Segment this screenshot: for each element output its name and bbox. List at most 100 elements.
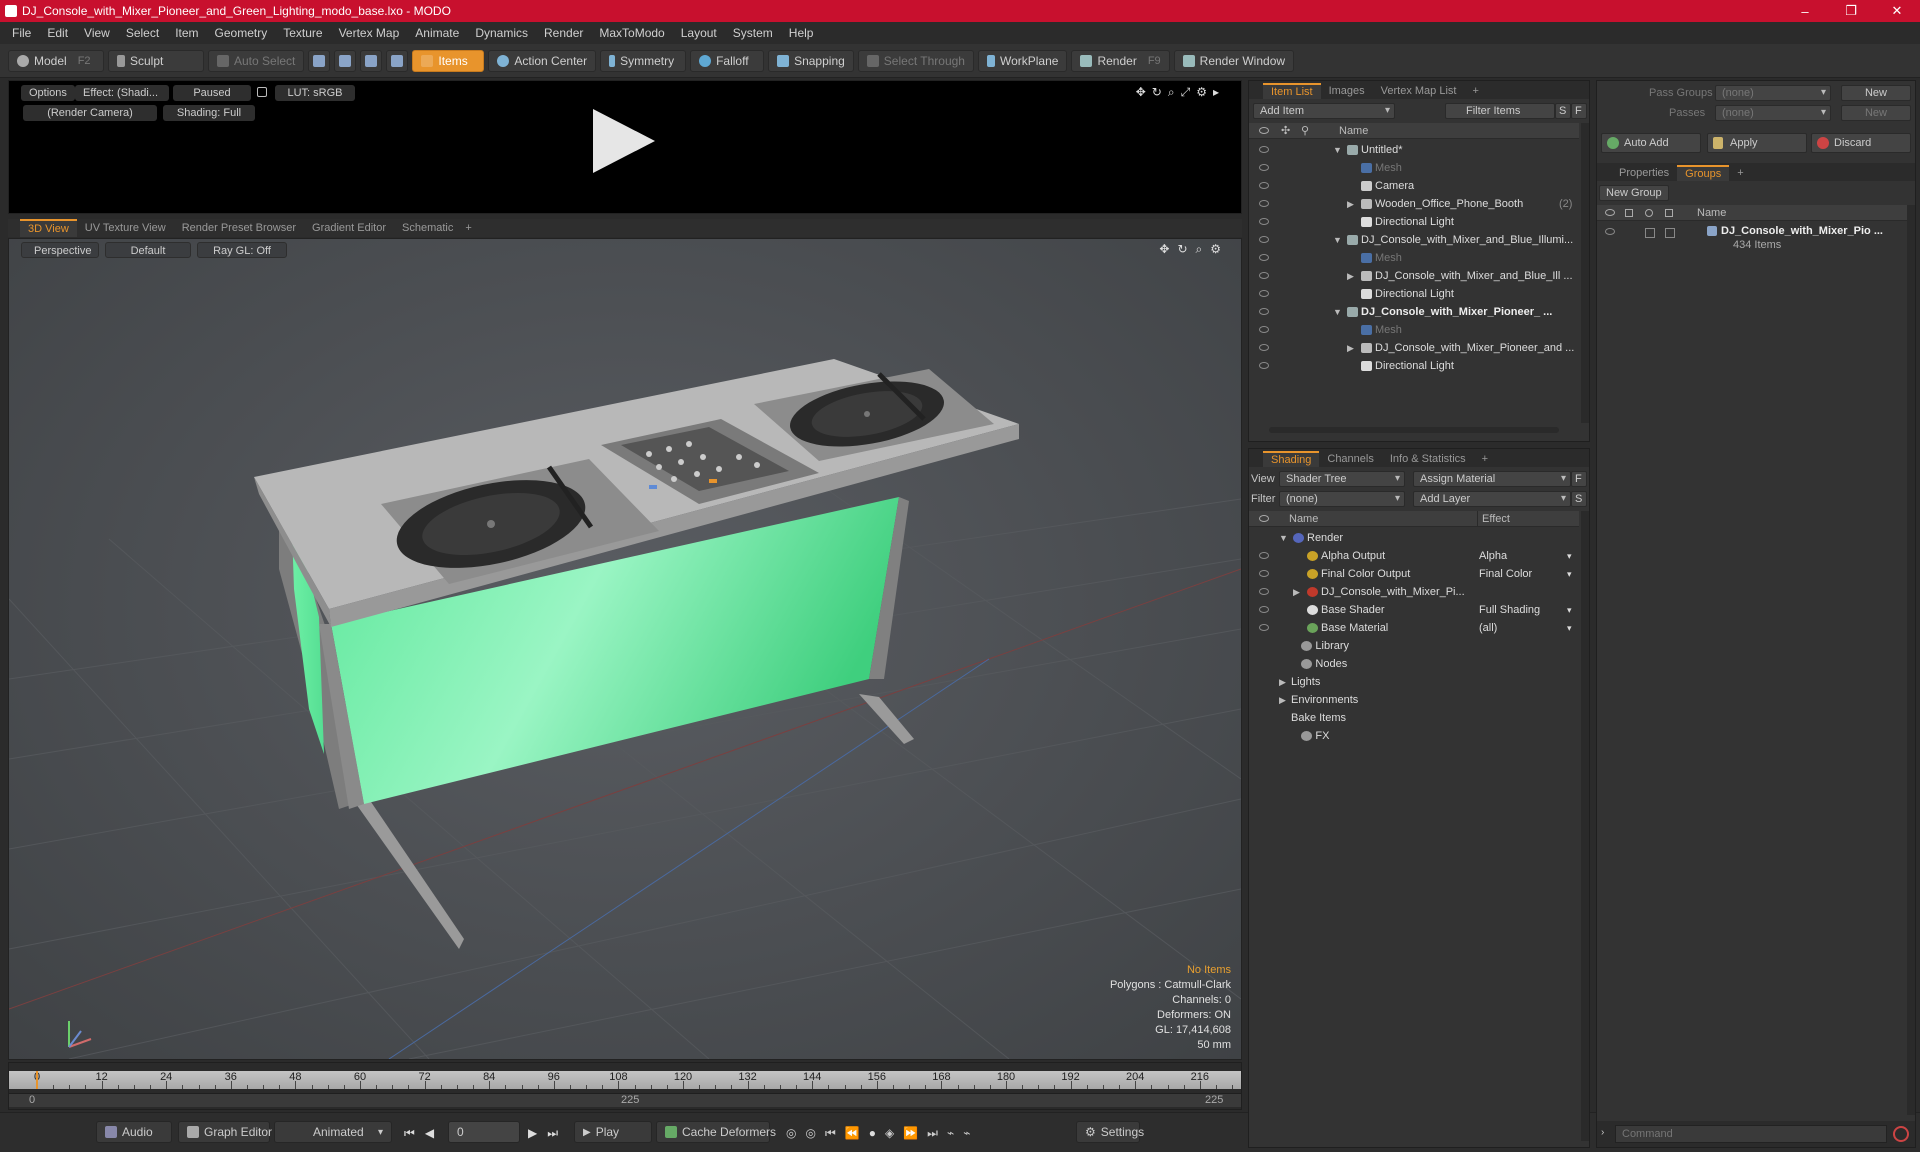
step-back-icon[interactable]: ⏪ <box>845 1126 869 1140</box>
shader-visibility-eye-icon[interactable] <box>1259 606 1269 613</box>
scene-canvas[interactable] <box>9 239 1241 1059</box>
tab-images[interactable]: Images <box>1321 83 1373 99</box>
perspective-dropdown[interactable]: Perspective <box>21 242 99 258</box>
menu-layout[interactable]: Layout <box>673 22 725 44</box>
shader-tree-scrollbar[interactable] <box>1581 511 1589 1141</box>
add-layer-dropdown[interactable]: Add Layer <box>1413 491 1571 507</box>
menu-item[interactable]: Item <box>167 22 206 44</box>
skip-fwd-icon[interactable]: ⏭ <box>927 1126 947 1140</box>
item-list-row[interactable]: ▶ DJ_Console_with_Mixer_and_Blue_Ill ... <box>1249 267 1579 285</box>
visibility-eye-icon[interactable] <box>1259 164 1269 171</box>
audio-button[interactable]: Audio <box>96 1121 172 1143</box>
auto-key-icon[interactable]: ◈ <box>885 1126 903 1140</box>
shader-tree-row[interactable]: Bake Items <box>1249 709 1579 727</box>
gear-icon[interactable]: ⚙ <box>1196 85 1213 99</box>
item-list-hscrollbar[interactable] <box>1269 427 1559 433</box>
shader-effect-dropdown[interactable]: Full Shading <box>1479 601 1540 619</box>
first-frame-icon[interactable]: ⏮ <box>404 1126 425 1140</box>
arrow-right-icon[interactable]: ▸ <box>1213 85 1225 99</box>
graph-editor-button[interactable]: Graph Editor <box>178 1121 272 1143</box>
render-view-controls[interactable]: ✥↻⌕⤢⚙▸ <box>1136 85 1225 100</box>
playhead[interactable] <box>36 1071 38 1089</box>
polygons-mode-button[interactable] <box>360 49 383 72</box>
shader-visibility-eye-icon[interactable] <box>1259 570 1269 577</box>
visibility-eye-icon[interactable] <box>1259 308 1269 315</box>
key-del-icon[interactable]: ⌁ <box>963 1126 979 1140</box>
key-add-icon[interactable]: ⌁ <box>947 1126 963 1140</box>
filter-items-input[interactable]: Filter Items <box>1445 103 1555 119</box>
menu-geometry[interactable]: Geometry <box>207 22 276 44</box>
visibility-eye-icon[interactable] <box>1259 200 1269 207</box>
record-icon[interactable]: ● <box>869 1126 885 1140</box>
group-row[interactable]: DJ_Console_with_Mixer_Pio ... 434 Items <box>1597 223 1907 255</box>
render-preview[interactable]: Options Effect: (Shadi... Paused LUT: sR… <box>8 80 1242 214</box>
animated-dropdown[interactable]: Animated ▾ <box>274 1121 392 1143</box>
shader-visibility-eye-icon[interactable] <box>1259 624 1269 631</box>
expand-down-icon[interactable]: ▼ <box>1279 529 1288 547</box>
key-icon[interactable]: ◎ <box>786 1126 805 1140</box>
menu-dynamics[interactable]: Dynamics <box>467 22 536 44</box>
raygl-dropdown[interactable]: Ray GL: Off <box>197 242 287 258</box>
add-item-dropdown[interactable]: Add Item <box>1253 103 1395 119</box>
lut-dropdown[interactable]: LUT: sRGB <box>275 85 355 101</box>
shader-tree-row[interactable]: ▶ Environments <box>1249 691 1579 709</box>
close-button[interactable]: ✕ <box>1874 0 1920 22</box>
menu-file[interactable]: File <box>4 22 39 44</box>
dj-console-model[interactable] <box>254 359 1019 949</box>
sculpt-mode-button[interactable]: Sculpt <box>108 49 204 72</box>
pass-groups-dropdown[interactable]: (none) <box>1715 85 1831 101</box>
timeline-ruler[interactable]: 0122436486072849610812013214415616818019… <box>9 1071 1250 1089</box>
add-shading-tab-button[interactable]: + <box>1474 451 1496 467</box>
shader-effect-dropdown[interactable]: Alpha <box>1479 547 1507 565</box>
falloff-button[interactable]: Falloff <box>690 49 765 72</box>
visibility-eye-icon[interactable] <box>1259 146 1269 153</box>
group-row-checkbox-2[interactable] <box>1665 228 1675 238</box>
move-icon[interactable]: ✥ <box>1136 85 1152 99</box>
shader-tree-row[interactable]: Final Color Output Final Color ▾ <box>1249 565 1579 583</box>
shader-effect-dropdown[interactable]: Final Color <box>1479 565 1532 583</box>
menu-animate[interactable]: Animate <box>407 22 467 44</box>
tab-render-preset-browser[interactable]: Render Preset Browser <box>174 219 304 237</box>
tab-item-list[interactable]: Item List <box>1263 83 1321 99</box>
tab-3d-view[interactable]: 3D View <box>20 219 77 237</box>
discard-button[interactable]: Discard <box>1811 133 1911 153</box>
add-tab-button[interactable]: + <box>461 219 475 237</box>
render-options-button[interactable]: Options <box>21 85 75 101</box>
zoom-view-icon[interactable]: ⌕ <box>1196 242 1211 256</box>
new-pass-group-button[interactable]: New <box>1841 85 1911 101</box>
play-button[interactable]: ▶ Play <box>574 1121 652 1143</box>
lock-icon[interactable] <box>257 87 267 97</box>
item-list-row[interactable]: Mesh <box>1249 321 1579 339</box>
shader-tree-row[interactable]: ▼ Render <box>1249 529 1579 547</box>
menu-texture[interactable]: Texture <box>275 22 330 44</box>
expand-right-icon[interactable]: ▶ <box>1347 195 1354 213</box>
tab-channels[interactable]: Channels <box>1319 451 1381 467</box>
viewport-controls[interactable]: ✥↻⌕⚙ <box>1159 242 1229 257</box>
new-pass-button[interactable]: New <box>1841 105 1911 121</box>
add-panel-tab-button[interactable]: + <box>1464 83 1486 99</box>
visibility-eye-icon[interactable] <box>1259 236 1269 243</box>
visibility-eye-icon[interactable] <box>1259 272 1269 279</box>
command-input[interactable] <box>1615 1125 1887 1143</box>
visibility-eye-icon[interactable] <box>1259 344 1269 351</box>
action-center-button[interactable]: Action Center <box>488 49 597 72</box>
visibility-eye-icon[interactable] <box>1259 218 1269 225</box>
shader-tree-row[interactable]: ▶ DJ_Console_with_Mixer_Pi... <box>1249 583 1579 601</box>
menu-edit[interactable]: Edit <box>39 22 76 44</box>
default-dropdown[interactable]: Default <box>105 242 191 258</box>
expand-right-icon[interactable]: ▶ <box>1347 339 1354 357</box>
visibility-eye-icon[interactable] <box>1259 182 1269 189</box>
group-row-eye-icon[interactable] <box>1605 228 1615 235</box>
tab-schematic[interactable]: Schematic <box>394 219 461 237</box>
expand-down-icon[interactable]: ▼ <box>1333 141 1342 159</box>
visibility-eye-icon[interactable] <box>1259 254 1269 261</box>
passes-dropdown[interactable]: (none) <box>1715 105 1831 121</box>
chevron-down-icon[interactable]: ▾ <box>1567 547 1572 565</box>
orbit-icon[interactable]: ↻ <box>1177 242 1195 256</box>
workplane-button[interactable]: WorkPlane <box>977 49 1068 72</box>
item-list-row[interactable]: ▼ DJ_Console_with_Mixer_and_Blue_Illumi..… <box>1249 231 1579 249</box>
shader-visibility-eye-icon[interactable] <box>1259 588 1269 595</box>
menu-vertex-map[interactable]: Vertex Map <box>331 22 408 44</box>
auto-add-button[interactable]: Auto Add <box>1601 133 1701 153</box>
add-groups-tab-button[interactable]: + <box>1729 165 1751 181</box>
